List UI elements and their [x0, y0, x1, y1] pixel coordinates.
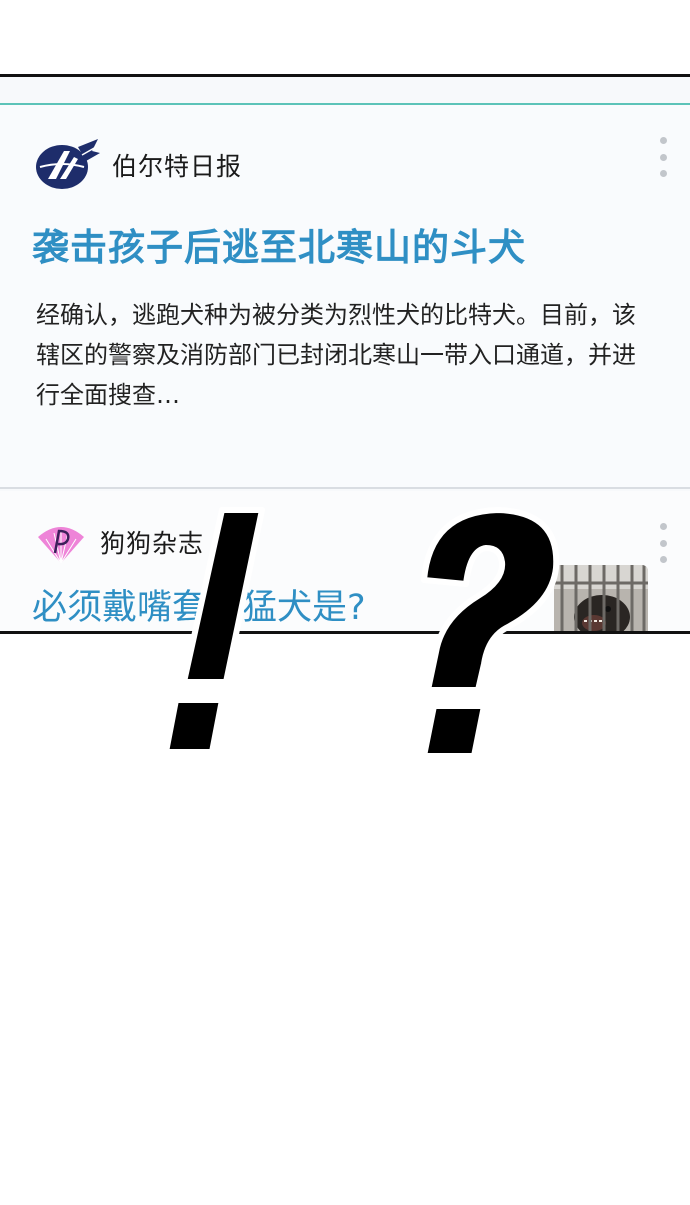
news-source: 伯尔特日报 — [34, 137, 242, 193]
phone-screen-panel: 伯尔特日报 袭击孩子后逃至北寒山的斗犬 经确认，逃跑犬种为被分类为烈性犬的比特犬… — [0, 74, 690, 634]
summary: 经确认，逃跑犬种为被分类为烈性犬的比特犬。目前，该辖区的警察及消防部门已封闭北寒… — [36, 301, 636, 409]
more-options-icon[interactable] — [658, 137, 668, 177]
headline[interactable]: 袭击孩子后逃至北寒山的斗犬 — [32, 217, 526, 271]
news-card[interactable]: 狗狗杂志 必须戴嘴套的猛犬是? — [0, 491, 690, 634]
dog-thumbnail-image[interactable] — [554, 565, 648, 634]
more-options-icon[interactable] — [658, 523, 668, 563]
comic-page: 伯尔特日报 袭击孩子后逃至北寒山的斗犬 经确认，逃跑犬种为被分类为烈性犬的比特犬… — [0, 0, 690, 1205]
belt-daily-logo-icon — [36, 139, 100, 189]
source-name: 伯尔特日报 — [112, 152, 243, 181]
dog-magazine-logo-icon — [38, 527, 84, 564]
news-source: 狗狗杂志 — [36, 519, 204, 565]
news-card[interactable]: 伯尔特日报 袭击孩子后逃至北寒山的斗犬 经确认，逃跑犬种为被分类为烈性犬的比特犬… — [0, 105, 690, 489]
headline[interactable]: 必须戴嘴套的猛犬是? — [32, 579, 366, 630]
source-name: 狗狗杂志 — [100, 529, 205, 558]
